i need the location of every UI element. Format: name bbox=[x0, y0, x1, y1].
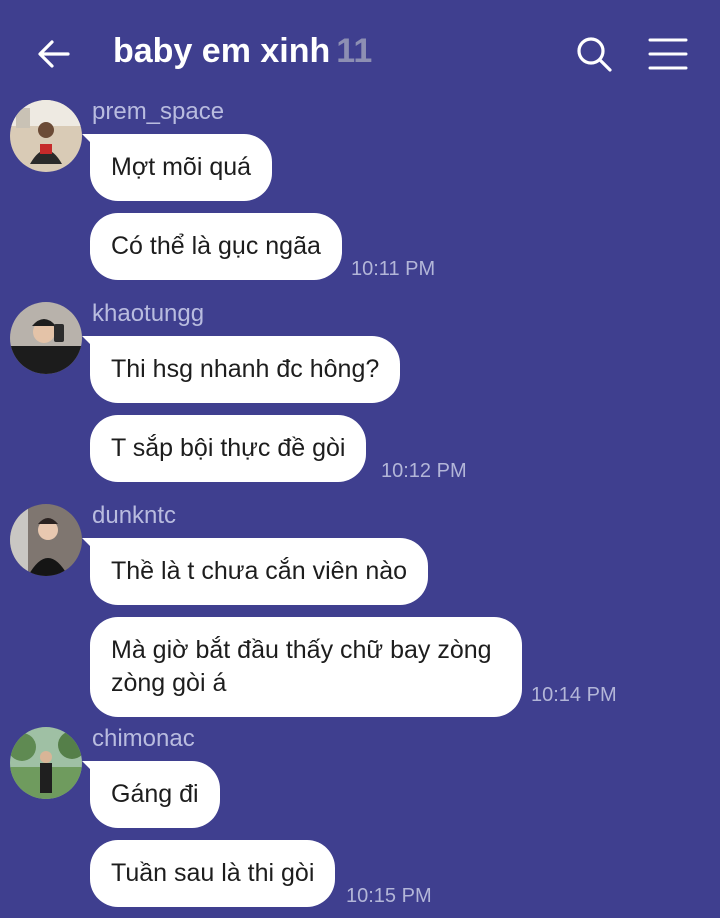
chat-header: baby em xinh 11 bbox=[0, 0, 720, 108]
chat-title: baby em xinh 11 bbox=[113, 32, 372, 71]
menu-button[interactable] bbox=[648, 36, 688, 72]
message-bubble[interactable]: Tuần sau là thi gòi bbox=[90, 840, 336, 907]
message-bubble[interactable]: Mà giờ bắt đầu thấy chữ bay zòng zòng gò… bbox=[90, 617, 522, 717]
avatar[interactable] bbox=[10, 504, 82, 576]
sender-name: prem_space bbox=[92, 98, 225, 125]
message-timestamp: 10:12 PM bbox=[381, 460, 467, 482]
message-bubble[interactable]: Gáng đi bbox=[82, 761, 220, 828]
avatar[interactable] bbox=[10, 302, 82, 374]
avatar-photo bbox=[10, 504, 82, 576]
hamburger-menu-icon bbox=[648, 38, 688, 70]
message-bubble[interactable]: Thi hsg nhanh đc hông? bbox=[81, 336, 401, 403]
avatar[interactable] bbox=[10, 100, 82, 172]
sender-name: khaotungg bbox=[92, 300, 205, 327]
sender-name: dunkntc bbox=[92, 502, 177, 529]
avatar[interactable] bbox=[10, 727, 82, 799]
message-bubble[interactable]: Có thể là gục ngãa bbox=[90, 213, 342, 280]
message-timestamp: 10:14 PM bbox=[531, 684, 617, 706]
message-bubble[interactable]: Thề là t chưa cắn viên nào bbox=[81, 538, 429, 605]
back-button[interactable] bbox=[34, 34, 74, 74]
search-icon bbox=[577, 37, 612, 72]
avatar-photo bbox=[10, 727, 82, 799]
group-name: baby em xinh bbox=[113, 32, 331, 70]
member-count: 11 bbox=[336, 32, 373, 70]
search-button[interactable] bbox=[574, 34, 614, 74]
avatar-photo bbox=[10, 302, 82, 374]
message-timestamp: 10:15 PM bbox=[346, 885, 432, 907]
avatar-photo bbox=[10, 100, 82, 172]
message-bubble[interactable]: Mợt mõi quá bbox=[81, 134, 273, 201]
sender-name: chimonac bbox=[92, 725, 195, 752]
message-bubble[interactable]: T sắp bội thực đề gòi bbox=[90, 415, 367, 482]
message-timestamp: 10:11 PM bbox=[351, 258, 436, 280]
arrow-left-icon bbox=[38, 40, 70, 68]
